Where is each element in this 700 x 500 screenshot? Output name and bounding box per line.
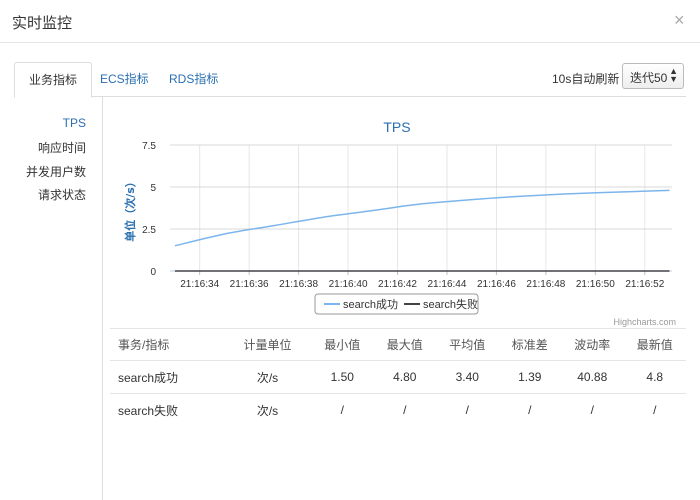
table-cell: 4.80 xyxy=(373,360,436,394)
table-cell: / xyxy=(561,393,624,426)
x-tick-label: 21:16:52 xyxy=(625,279,664,290)
iteration-select[interactable]: 迭代50 ▲ ▼ xyxy=(622,63,684,89)
select-arrows-icon: ▲ ▼ xyxy=(669,66,678,84)
sidebar-item-tps[interactable]: TPS xyxy=(63,116,86,130)
table-cell: 1.50 xyxy=(311,360,374,394)
table-cell: / xyxy=(623,393,686,426)
chart-legend: search成功 search失败 xyxy=(314,293,479,315)
sidebar-item-response-time[interactable]: 响应时间 xyxy=(38,139,86,156)
tabs-divider xyxy=(14,96,686,97)
table-cell: / xyxy=(311,393,374,426)
tab-business-metrics[interactable]: 业务指标 xyxy=(14,62,93,98)
x-tick-label: 21:16:42 xyxy=(378,279,417,290)
tps-chart: 0 2.5 5 7.5 21:16:34 21:16:36 21:16:38 21:16:4… xyxy=(123,119,676,327)
highcharts-credit[interactable]: Highcharts.com xyxy=(613,317,676,327)
table-cell: 4.8 xyxy=(623,360,686,394)
iteration-select-value: 迭代50 xyxy=(630,71,668,85)
table-cell: / xyxy=(498,393,561,426)
col-header-stddev: 标准差 xyxy=(498,328,561,361)
table-cell: 次/s xyxy=(224,360,311,394)
x-tick-label: 21:16:40 xyxy=(329,279,368,290)
metrics-table: 事务/指标 计量单位 最小值 最大值 平均值 标准差 波动率 最新值 searc… xyxy=(110,328,686,426)
col-header-unit: 计量单位 xyxy=(224,328,311,361)
chart-grid xyxy=(170,144,672,272)
col-header-min: 最小值 xyxy=(311,328,374,361)
close-icon[interactable]: × xyxy=(674,10,685,31)
table-cell: 40.88 xyxy=(561,360,624,394)
tab-ecs-metrics[interactable]: ECS指标 xyxy=(86,62,163,96)
x-tick-label: 21:16:50 xyxy=(576,279,615,290)
x-tick-label: 21:16:44 xyxy=(427,279,466,290)
tab-rds-metrics[interactable]: RDS指标 xyxy=(155,62,232,96)
table-cell: 3.40 xyxy=(436,360,499,394)
dialog-title: 实时监控 xyxy=(12,15,73,32)
x-tick-label: 21:16:38 xyxy=(279,279,318,290)
sidebar-item-concurrent-users[interactable]: 并发用户数 xyxy=(26,163,86,180)
chart-title: TPS xyxy=(383,119,410,135)
x-tick-label: 21:16:36 xyxy=(230,279,269,290)
col-header-volatility: 波动率 xyxy=(561,328,624,361)
auto-refresh-label: 10s自动刷新 xyxy=(552,72,620,86)
col-header-latest: 最新值 xyxy=(623,328,686,361)
y-axis-label: 单位（次/s） xyxy=(123,176,137,242)
table-row: search失败 次/s / / / / / / xyxy=(110,393,686,426)
legend-item-success[interactable]: search成功 xyxy=(343,298,398,311)
col-header-avg: 平均值 xyxy=(436,328,499,361)
table-cell: 次/s xyxy=(224,393,311,426)
y-tick-label: 0 xyxy=(150,267,156,278)
y-tick-label: 2.5 xyxy=(142,225,156,236)
table-cell: 1.39 xyxy=(498,360,561,394)
table-cell: search失败 xyxy=(110,393,224,426)
table-cell: search成功 xyxy=(110,360,224,394)
x-tick-label: 21:16:48 xyxy=(526,279,565,290)
legend-item-failure[interactable]: search失败 xyxy=(423,297,478,311)
x-tick-label: 21:16:34 xyxy=(180,279,219,290)
x-tick-label: 21:16:46 xyxy=(477,279,516,290)
y-tick-label: 7.5 xyxy=(142,141,156,152)
table-header-row: 事务/指标 计量单位 最小值 最大值 平均值 标准差 波动率 最新值 xyxy=(110,328,686,361)
col-header-max: 最大值 xyxy=(373,328,436,361)
sidebar-divider xyxy=(102,97,103,500)
table-cell: / xyxy=(373,393,436,426)
table-row: search成功 次/s 1.50 4.80 3.40 1.39 40.88 4… xyxy=(110,360,686,394)
sidebar-item-request-status[interactable]: 请求状态 xyxy=(38,186,86,203)
header-divider xyxy=(0,42,700,43)
table-cell: / xyxy=(436,393,499,426)
y-tick-label: 5 xyxy=(150,183,156,194)
col-header-transaction: 事务/指标 xyxy=(110,328,224,361)
y-axis-ticks: 0 2.5 5 7.5 xyxy=(142,141,156,278)
x-axis-ticks: 21:16:34 21:16:36 21:16:38 21:16:40 21:16:42… xyxy=(180,271,665,290)
